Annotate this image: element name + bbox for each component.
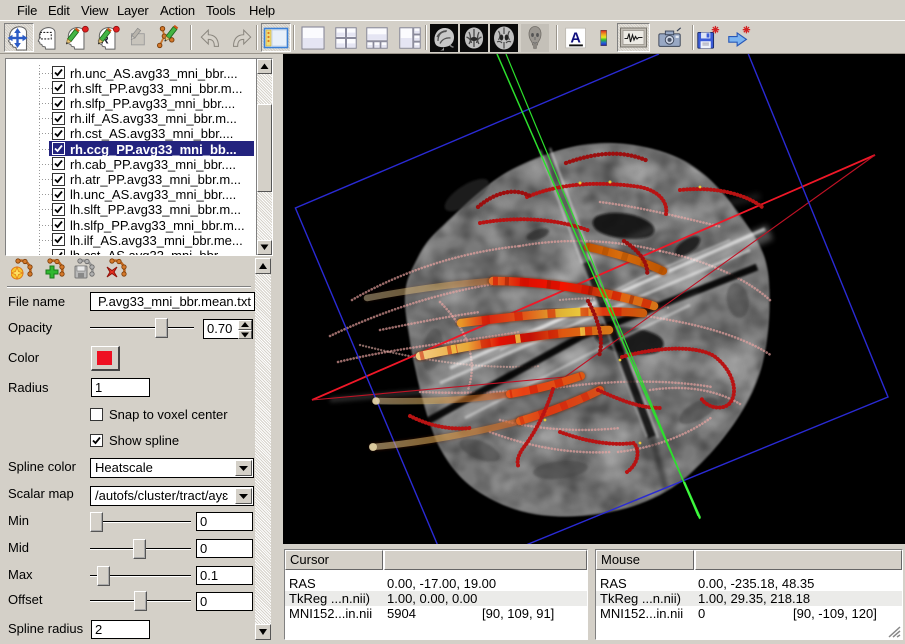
svg-text:A: A <box>570 30 581 46</box>
